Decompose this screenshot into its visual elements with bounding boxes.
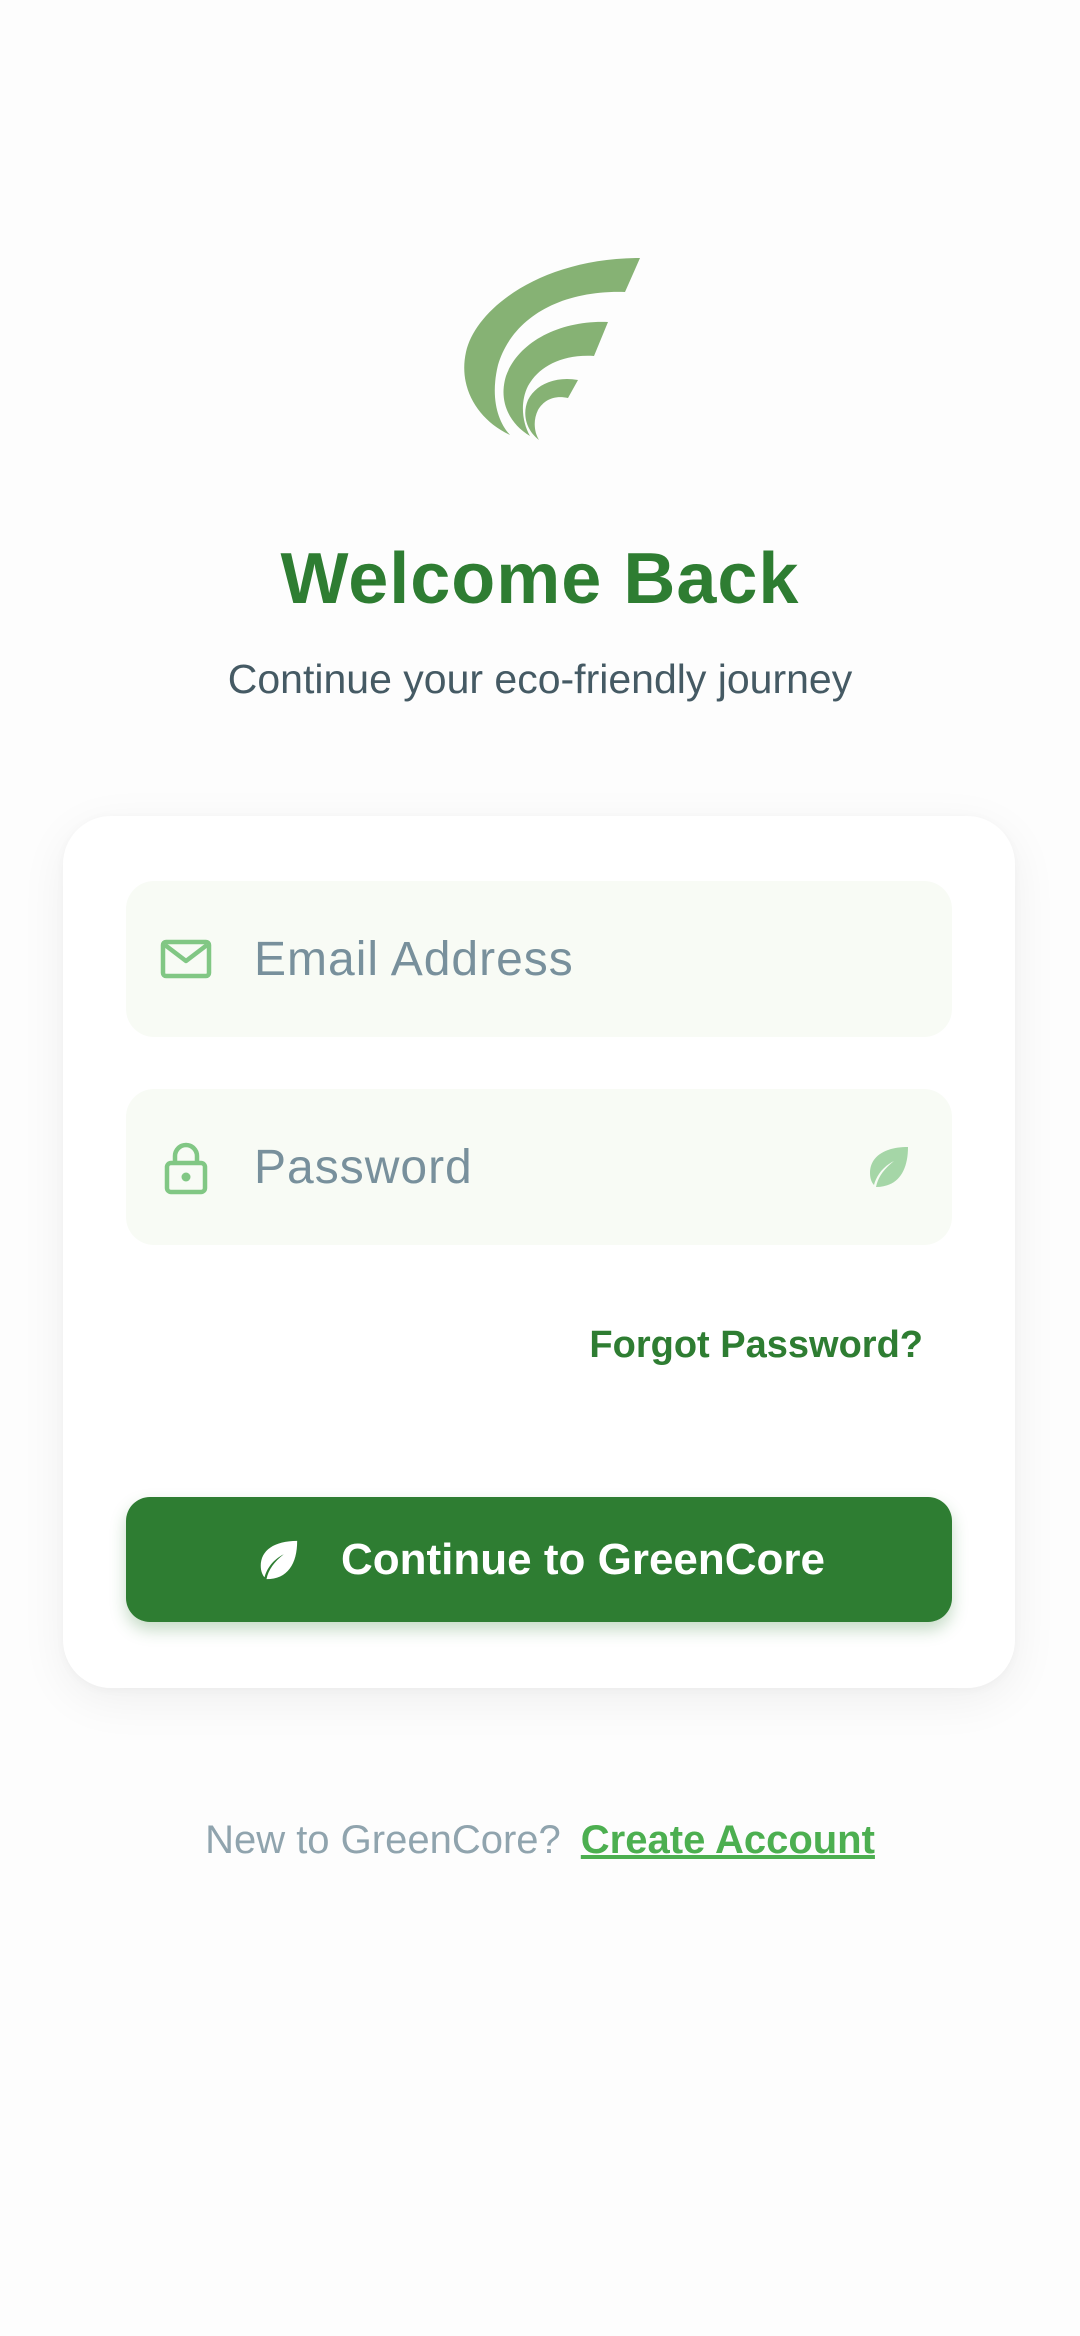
- create-account-link[interactable]: Create Account: [581, 1818, 875, 1862]
- continue-button-label: Continue to GreenCore: [340, 1534, 826, 1584]
- password-field[interactable]: [126, 1089, 952, 1245]
- signup-prompt-text: New to GreenCore?: [205, 1818, 561, 1862]
- page-subtitle: Continue your eco-friendly journey: [227, 656, 853, 702]
- page-title: Welcome Back: [280, 539, 800, 619]
- email-input[interactable]: [252, 930, 856, 988]
- email-field[interactable]: [126, 881, 952, 1037]
- login-screen: Welcome Back Continue your eco-friendly …: [0, 0, 1080, 2336]
- continue-button[interactable]: Continue to GreenCore: [126, 1497, 952, 1622]
- password-input[interactable]: [252, 1138, 856, 1196]
- leaf-icon[interactable]: [860, 1139, 916, 1195]
- mail-icon: [158, 931, 214, 987]
- login-card: Forgot Password? Continue to GreenCore: [63, 816, 1015, 1688]
- lock-icon: [158, 1139, 214, 1195]
- signup-prompt: New to GreenCore? Create Account: [0, 1818, 1080, 1863]
- leaf-icon: [253, 1535, 303, 1585]
- greencore-logo: [464, 258, 640, 440]
- forgot-password-link[interactable]: Forgot Password?: [589, 1324, 923, 1367]
